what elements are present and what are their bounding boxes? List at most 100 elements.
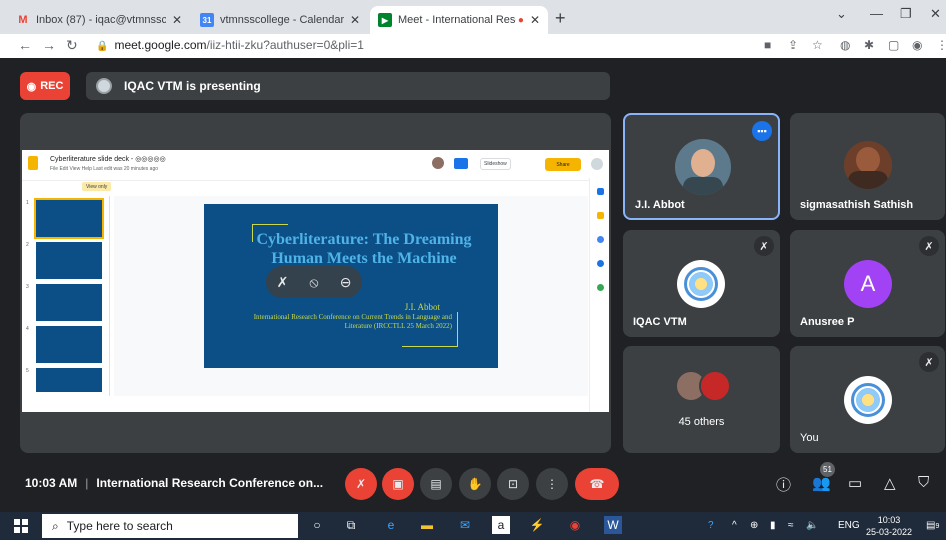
slideshow-button: Slideshow <box>480 158 511 170</box>
others-tile[interactable]: 45 others <box>623 346 780 453</box>
gmail-icon: M <box>18 14 28 26</box>
camera-toggle-button[interactable]: ▣ <box>382 468 414 500</box>
windows-start-icon[interactable] <box>14 519 28 533</box>
file-explorer-icon[interactable]: ▬ <box>418 516 436 534</box>
view-only-badge: View only <box>82 182 112 191</box>
people-icon[interactable]: 👥 <box>812 474 831 492</box>
keep-side-icon <box>597 212 604 219</box>
participant-avatar-seal <box>677 260 725 308</box>
participant-tile[interactable]: ✗ IQAC VTM <box>623 230 780 337</box>
task-view-icon[interactable]: ⧉ <box>342 516 360 534</box>
raise-hand-button[interactable]: ✋ <box>459 468 491 500</box>
taskbar-clock[interactable]: 10:03 25-03-2022 <box>866 514 912 538</box>
mute-icon[interactable]: ⦸ <box>309 274 318 291</box>
volume-icon[interactable]: 🔈 <box>806 520 818 531</box>
winamp-icon[interactable]: ⚡ <box>528 516 546 534</box>
wifi-icon[interactable]: ≈ <box>788 520 794 531</box>
host-controls-icon[interactable]: ⛉ <box>918 474 929 491</box>
slides-header: Cyberliterature slide deck - ◎◎◎◎◎ File … <box>22 150 609 178</box>
self-tile[interactable]: ✗ You <box>790 346 945 453</box>
slide-decoration <box>402 346 458 347</box>
taskbar-search-input[interactable]: ⌕ Type here to search <box>42 514 298 538</box>
extension-icon[interactable]: ◍ <box>840 38 850 52</box>
maps-side-icon <box>597 284 604 291</box>
tab-search-icon[interactable]: ⌄ <box>836 6 847 22</box>
captions-icon: ▤ <box>430 477 442 491</box>
new-tab-button[interactable]: + <box>555 8 566 29</box>
slides-filmstrip: 1 2 3 4 5 <box>22 196 110 396</box>
contacts-side-icon <box>597 260 604 267</box>
rec-badge[interactable]: ◉ REC <box>20 72 70 100</box>
minimize-icon[interactable]: — <box>870 6 883 21</box>
close-tab-icon[interactable]: ✕ <box>530 13 540 27</box>
store-icon[interactable]: a <box>492 516 510 534</box>
participant-tile[interactable]: ✗ A Anusree P <box>790 230 945 337</box>
leave-call-button[interactable]: ☎ <box>575 468 619 500</box>
pin-off-icon[interactable]: ✗ <box>277 274 289 291</box>
record-icon: ◉ <box>26 80 37 93</box>
present-icon: ⊡ <box>507 477 519 491</box>
present-button[interactable]: ⊡ <box>497 468 529 500</box>
reload-icon[interactable]: ↻ <box>66 37 78 54</box>
close-tab-icon[interactable]: ✕ <box>172 13 182 27</box>
help-icon[interactable]: ? <box>708 520 714 531</box>
restore-icon[interactable]: ❐ <box>900 6 912 22</box>
participant-tile[interactable]: ▪▪▪ J.I. Abbot <box>623 113 780 220</box>
forward-icon[interactable]: → <box>42 37 56 53</box>
tab-calendar[interactable]: 31 vtmnsscollege - Calendar - Frida ✕ <box>192 6 368 34</box>
battery-icon[interactable]: ▮ <box>770 520 776 531</box>
activities-icon[interactable]: △ <box>884 474 896 492</box>
url-field[interactable]: 🔒 meet.google.com/iiz-htii-zku?authuser=0… <box>96 38 364 52</box>
edge-icon[interactable]: e <box>382 516 400 534</box>
tab-gmail[interactable]: M Inbox (87) - iqac@vtmnsscollege ✕ <box>8 6 190 34</box>
presenter-avatar <box>96 78 112 94</box>
chrome-icon[interactable]: ◉ <box>566 516 584 534</box>
slide-thumbnail <box>36 242 102 279</box>
slide-decoration <box>456 312 458 346</box>
cortana-icon[interactable]: ○ <box>308 516 326 534</box>
mic-off-icon: ✗ <box>919 352 939 372</box>
info-icon[interactable]: ⓘ <box>776 474 791 495</box>
participant-photo <box>699 370 731 402</box>
participant-photo <box>844 141 892 189</box>
presenting-banner: IQAC VTM is presenting <box>86 72 610 100</box>
profile-avatar[interactable]: ◉ <box>912 38 922 52</box>
chat-icon[interactable]: ▭ <box>848 474 862 492</box>
hand-icon: ✋ <box>467 477 483 491</box>
camera-off-icon: ▣ <box>392 477 404 491</box>
close-tab-icon[interactable]: ✕ <box>350 13 360 27</box>
sidepanel-icon[interactable]: ▢ <box>888 38 899 52</box>
slide-thumbnail <box>36 284 102 321</box>
network-icon[interactable]: ⊕ <box>750 520 758 531</box>
mic-off-icon: ✗ <box>355 477 367 491</box>
tray-chevron-icon[interactable]: ^ <box>732 520 737 531</box>
language-indicator[interactable]: ENG <box>838 520 860 531</box>
word-icon[interactable]: W <box>604 516 622 534</box>
slide-author: J.I. Abbot <box>404 302 440 312</box>
menu-dots-icon[interactable]: ⋮ <box>936 38 946 52</box>
more-options-button[interactable]: ⋮ <box>536 468 568 500</box>
tasks-side-icon <box>597 236 604 243</box>
notification-icon[interactable]: ▤9 <box>926 520 939 531</box>
meet-present-icon <box>454 158 468 169</box>
presenter-overlay-controls: ✗ ⦸ ⊖ <box>266 266 362 298</box>
more-vert-icon: ⋮ <box>546 477 558 491</box>
mic-toggle-button[interactable]: ✗ <box>345 468 377 500</box>
calendar-icon: 31 <box>200 13 214 27</box>
remove-icon[interactable]: ⊖ <box>340 274 352 291</box>
participant-tile[interactable]: sigmasathish Sathish <box>790 113 945 220</box>
share-icon[interactable]: ⇪ <box>788 38 798 52</box>
slide-subtitle: International Research Conference on Cur… <box>253 313 452 330</box>
mic-off-icon: ✗ <box>754 236 774 256</box>
mail-icon[interactable]: ✉ <box>456 516 474 534</box>
tab-meet[interactable]: ▶ Meet - International Researc ● ✕ <box>370 6 548 34</box>
close-window-icon[interactable]: ✕ <box>930 6 941 22</box>
bookmark-star-icon[interactable]: ☆ <box>812 38 823 52</box>
back-icon[interactable]: ← <box>18 37 32 53</box>
camera-icon[interactable]: ■ <box>764 38 771 52</box>
slides-sidepanel <box>589 178 609 412</box>
puzzle-icon[interactable]: ✱ <box>864 38 874 52</box>
slides-menu: File Edit View Help Last edit was 20 min… <box>50 166 159 172</box>
participant-photo <box>675 139 731 195</box>
captions-button[interactable]: ▤ <box>420 468 452 500</box>
